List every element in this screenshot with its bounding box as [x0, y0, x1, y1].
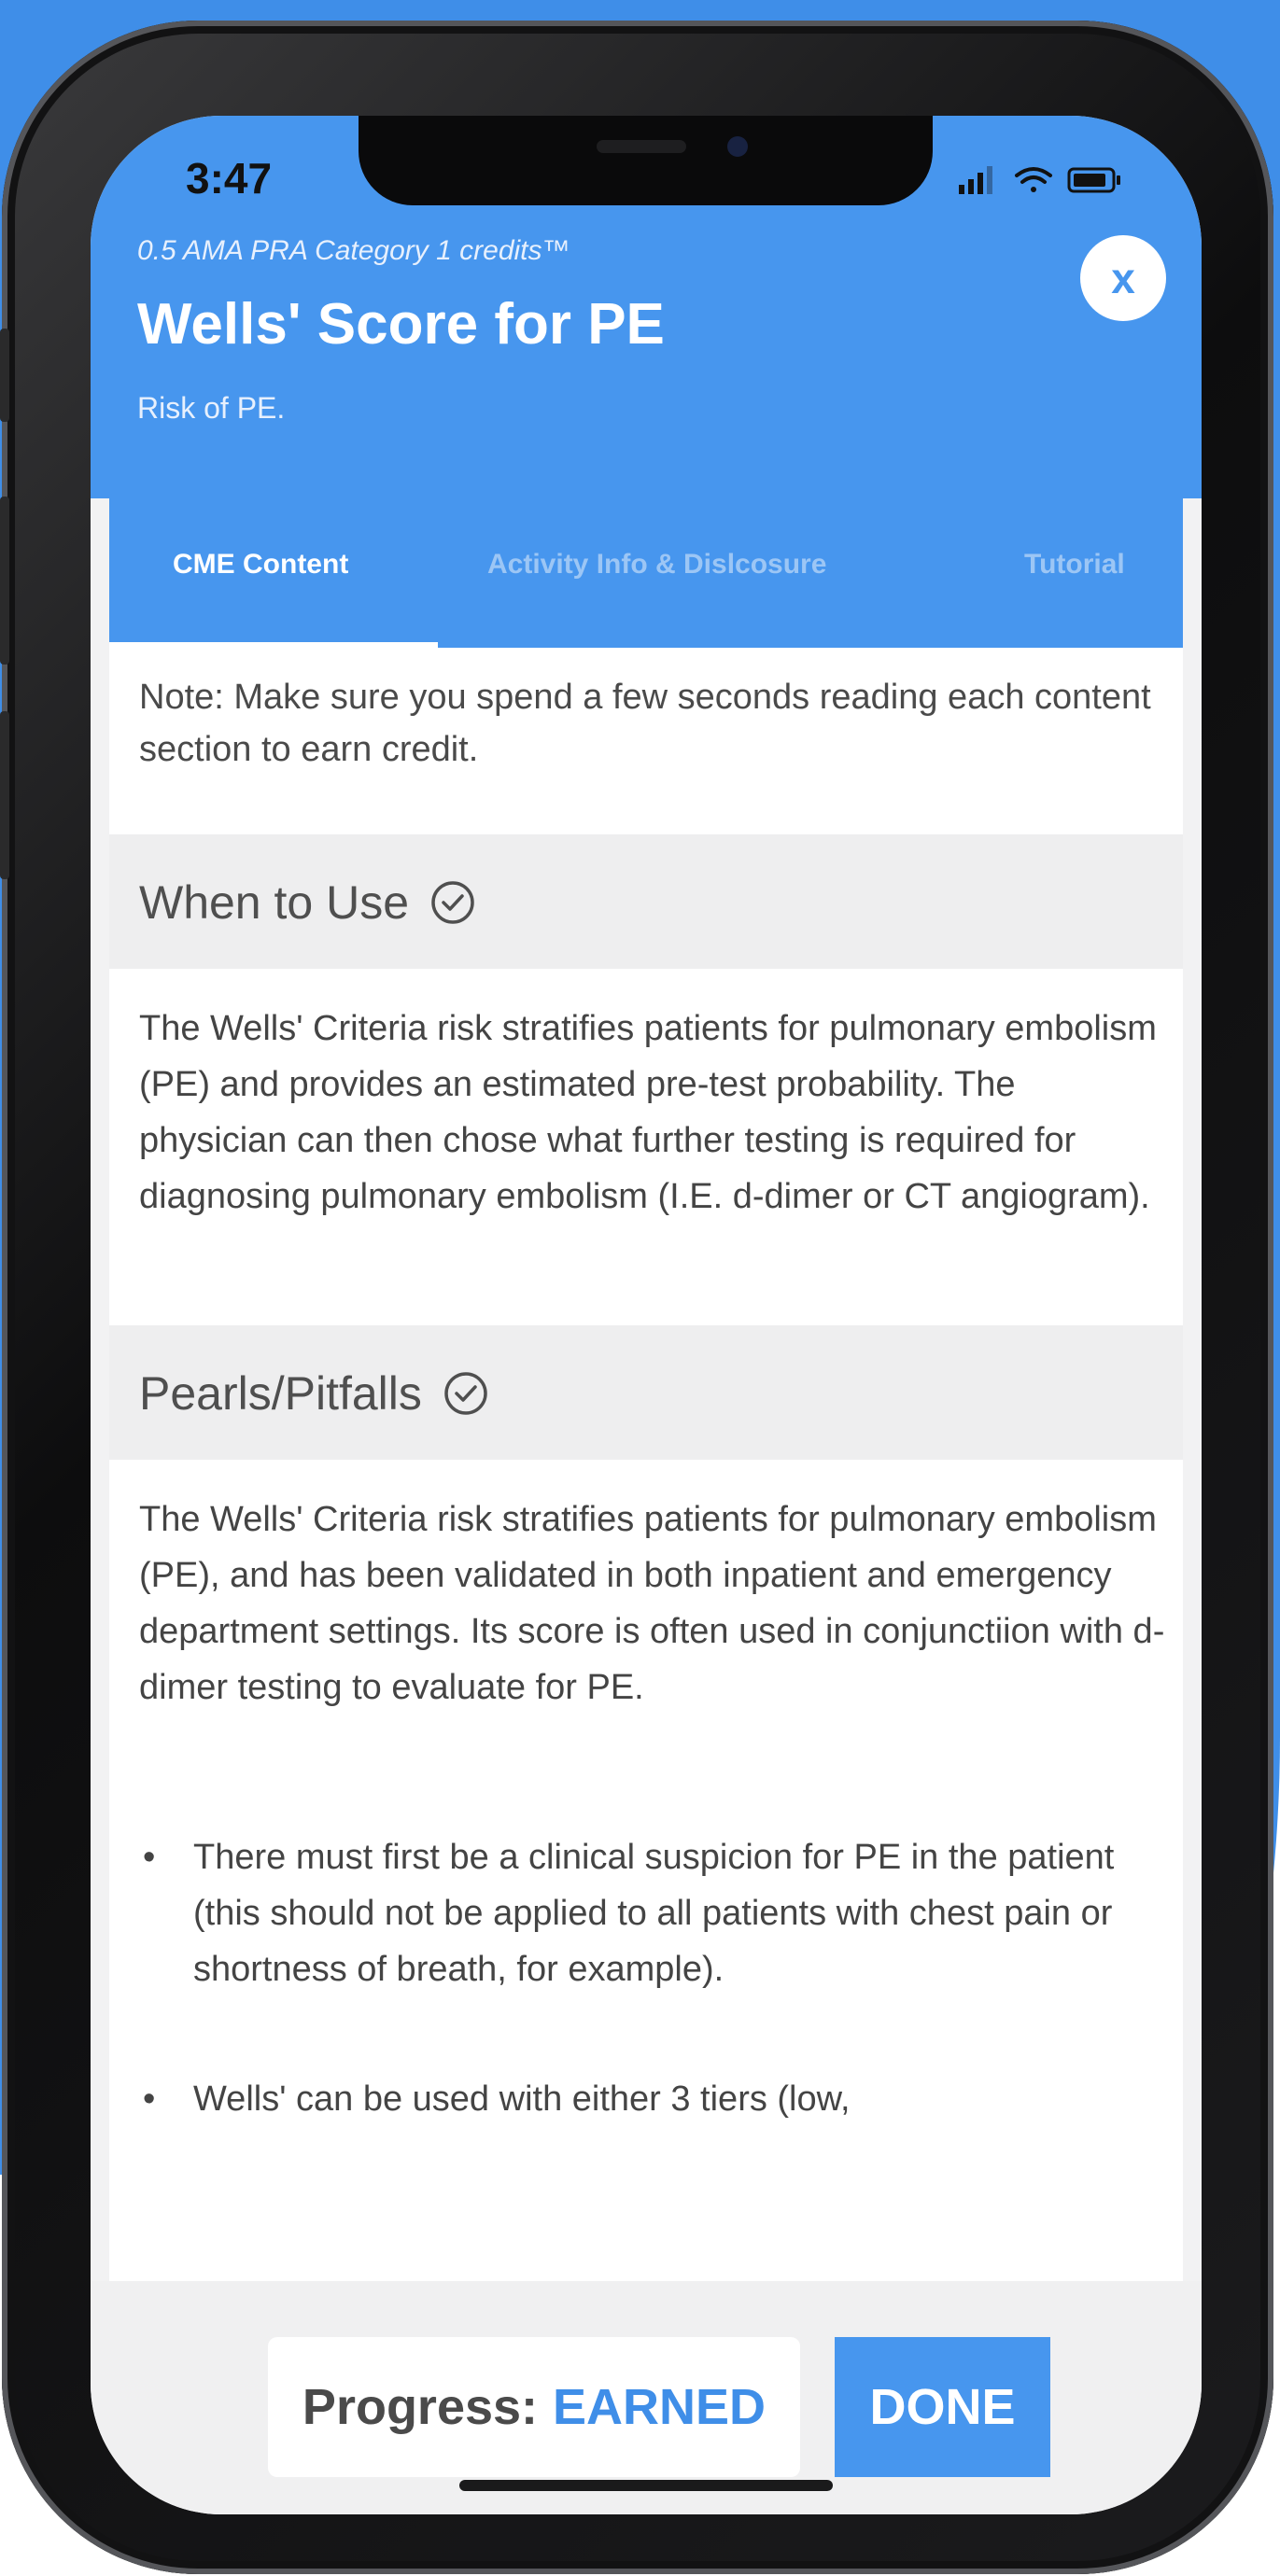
content-card: CME Content Activity Info & Dislcosure T… [109, 498, 1183, 2281]
section-header-when-to-use[interactable]: When to Use [109, 834, 1183, 969]
front-camera [727, 136, 748, 157]
pearls-pitfalls-text: The Wells' Criteria risk stratifies pati… [139, 1500, 1165, 1707]
section-header-pearls-pitfalls[interactable]: Pearls/Pitfalls [109, 1325, 1183, 1460]
phone-screen: 3:47 0.5 AMA PRA Category 1 credits™ Wel… [91, 116, 1202, 2514]
progress-indicator: Progress: EARNED [268, 2337, 800, 2477]
notch [359, 116, 933, 205]
list-item-text: There must first be a clinical suspicion… [193, 1838, 1115, 1989]
speaker-grille [597, 140, 686, 153]
wifi-icon [1015, 167, 1052, 192]
when-to-use-text: The Wells' Criteria risk stratifies pati… [139, 1009, 1157, 1216]
bullet-icon: • [143, 1838, 156, 1877]
mute-switch [0, 329, 9, 422]
volume-up-button [0, 497, 9, 665]
status-icons [959, 166, 1120, 194]
list-item-text: Wells' can be used with either 3 tiers (… [193, 2079, 851, 2119]
page-subtitle: Risk of PE. [137, 391, 286, 425]
done-button[interactable]: DONE [835, 2337, 1050, 2477]
active-tab-indicator [109, 642, 438, 648]
check-circle-icon [444, 1372, 487, 1415]
volume-down-button [0, 711, 9, 879]
tab-activity-info[interactable]: Activity Info & Dislcosure [487, 549, 826, 581]
bullet-icon: • [143, 2079, 156, 2119]
progress-status: EARNED [553, 2379, 767, 2435]
section-title: Pearls/Pitfalls [139, 1367, 422, 1420]
home-indicator[interactable] [459, 2480, 833, 2491]
section-title: When to Use [139, 876, 410, 929]
close-icon: x [1111, 254, 1135, 302]
battery-icon [1067, 167, 1120, 193]
check-circle-icon [431, 881, 474, 924]
list-item: • There must first be a clinical suspici… [139, 1829, 1157, 1997]
status-time: 3:47 [186, 154, 273, 203]
page-title: Wells' Score for PE [137, 292, 665, 357]
cme-credits-text: 0.5 AMA PRA Category 1 credits™ [137, 235, 570, 266]
progress-label: Progress: [302, 2379, 539, 2435]
phone-frame: 3:47 0.5 AMA PRA Category 1 credits™ Wel… [0, 21, 1273, 2574]
tab-cme-content[interactable]: CME Content [173, 549, 348, 581]
tab-tutorial[interactable]: Tutorial [1024, 549, 1125, 581]
close-button[interactable]: x [1080, 235, 1166, 321]
list-item: • Wells' can be used with either 3 tiers… [139, 2071, 1157, 2127]
note-text: Note: Make sure you spend a few seconds … [139, 678, 1151, 769]
tab-bar: CME Content Activity Info & Dislcosure T… [109, 498, 1183, 648]
signal-icon [959, 166, 992, 194]
